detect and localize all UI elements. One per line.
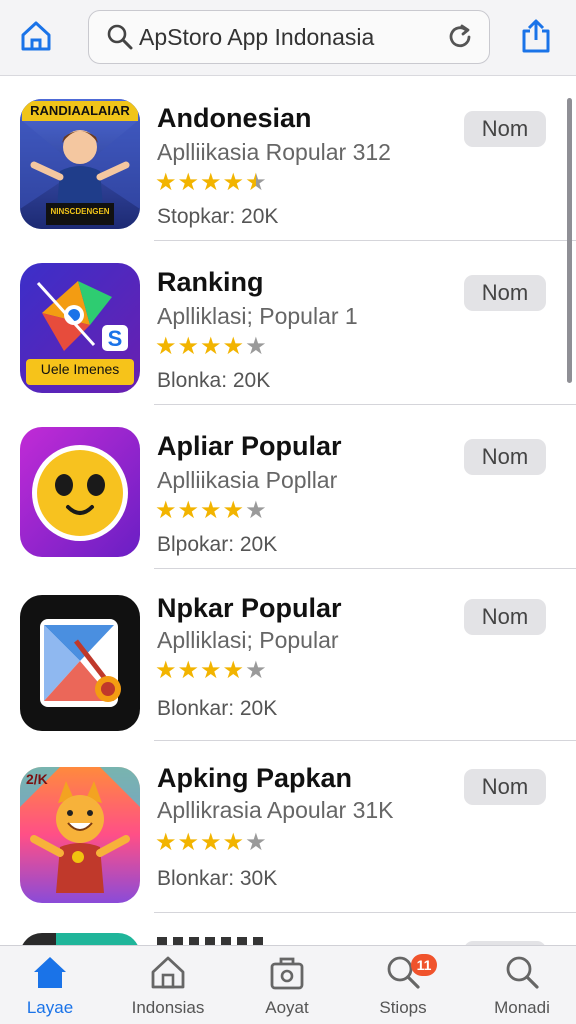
icon-corner-text: 2/K bbox=[26, 771, 48, 787]
star-icon: ★ bbox=[200, 333, 222, 360]
star-icon: ★ bbox=[200, 497, 222, 524]
home-icon bbox=[34, 957, 66, 988]
app-icon: RANDIAALAIAR NINSCDENGEN bbox=[20, 99, 140, 229]
star-icon: ★ bbox=[222, 169, 245, 196]
app-icon bbox=[20, 427, 140, 557]
list-item[interactable]: RANDIAALAIAR NINSCDENGEN Andonesian Apll… bbox=[0, 77, 576, 241]
icon-label-text: Uele Imenes bbox=[40, 361, 120, 377]
star-rating: ★ ★ ★ ★ ★ bbox=[155, 171, 267, 195]
app-name[interactable]: Ranking bbox=[157, 267, 264, 298]
app-icon: S Uele Imenes bbox=[20, 263, 140, 393]
svg-text:S: S bbox=[108, 326, 123, 351]
app-subtitle: Aplliklasi; Popular 1 bbox=[157, 303, 358, 329]
list-item[interactable]: S Uele Imenes Ranking Aplliklasi; Popula… bbox=[0, 241, 576, 405]
app-icon bbox=[20, 933, 140, 945]
bag-icon bbox=[270, 957, 304, 990]
search-icon bbox=[506, 956, 539, 989]
search-query[interactable]: ApStoro App Indonasia bbox=[139, 24, 445, 51]
app-list[interactable]: RANDIAALAIAR NINSCDENGEN Andonesian Apll… bbox=[0, 77, 576, 945]
star-empty-icon: ★ bbox=[245, 657, 267, 684]
apps-home-icon bbox=[151, 956, 185, 989]
home-icon bbox=[21, 21, 51, 51]
star-icon: ★ bbox=[155, 497, 177, 524]
app-icon bbox=[20, 595, 140, 731]
star-rating: ★ ★ ★ ★ ★ bbox=[155, 499, 267, 523]
star-icon: ★ bbox=[155, 333, 177, 360]
star-icon: ★ bbox=[200, 169, 222, 196]
half-star-icon: ★ bbox=[245, 169, 267, 196]
star-rating: ★ ★ ★ ★ ★ bbox=[155, 831, 267, 855]
tab-monadi[interactable]: Monadi bbox=[472, 952, 572, 1022]
download-count: Blpokar: 20K bbox=[157, 533, 278, 556]
app-name[interactable]: Andonesian bbox=[157, 103, 312, 134]
icon-banner-text: NINSCDENGEN bbox=[50, 207, 110, 216]
star-icon: ★ bbox=[177, 333, 200, 360]
app-name[interactable]: Apking Papkan bbox=[157, 763, 352, 794]
star-rating: ★ ★ ★ ★ ★ bbox=[155, 335, 267, 359]
tab-indonsias[interactable]: Indonsias bbox=[118, 952, 218, 1022]
star-icon: ★ bbox=[222, 657, 245, 684]
tab-label: Stiops bbox=[379, 998, 427, 1017]
app-name[interactable]: Apliar Popular bbox=[157, 431, 342, 462]
star-icon: ★ bbox=[200, 657, 222, 684]
list-item[interactable]: Npkar Popular Aplliklasi; Popular ★ ★ ★ ★ ★ … bbox=[0, 569, 576, 741]
star-empty-icon: ★ bbox=[245, 333, 267, 360]
icon-title-text: RANDIAALAIAR bbox=[30, 103, 130, 118]
star-empty-icon: ★ bbox=[245, 829, 267, 856]
get-button[interactable]: Nom bbox=[464, 599, 546, 635]
list-item[interactable] bbox=[0, 913, 576, 945]
app-subtitle: Aplliikasia Ropular 312 bbox=[157, 139, 391, 165]
get-button[interactable]: Nom bbox=[464, 439, 546, 475]
star-icon: ★ bbox=[177, 169, 200, 196]
star-icon: ★ bbox=[177, 657, 200, 684]
download-count: Blonka: 20K bbox=[157, 369, 271, 392]
reload-icon[interactable] bbox=[445, 22, 475, 52]
tab-label: Monadi bbox=[494, 998, 550, 1017]
app-subtitle: Aplliklasi; Popular bbox=[157, 627, 339, 653]
list-item[interactable]: 2/K Apking Papkan Apllikrasia Apoular 31… bbox=[0, 741, 576, 913]
star-rating: ★ ★ ★ ★ ★ bbox=[155, 659, 267, 683]
app-name[interactable]: Npkar Popular bbox=[157, 593, 342, 624]
get-button[interactable]: Nom bbox=[464, 111, 546, 147]
tab-label: Indonsias bbox=[131, 998, 205, 1017]
star-icon: ★ bbox=[222, 829, 245, 856]
star-icon: ★ bbox=[155, 657, 177, 684]
get-button[interactable]: Nom bbox=[464, 275, 546, 311]
home-button[interactable] bbox=[12, 12, 60, 60]
get-button[interactable]: Nom bbox=[464, 769, 546, 805]
tab-layae[interactable]: Layae bbox=[0, 952, 100, 1022]
star-empty-icon: ★ bbox=[245, 497, 267, 524]
tab-label: Layae bbox=[26, 998, 74, 1017]
app-name-partial bbox=[157, 937, 267, 945]
share-button[interactable] bbox=[512, 12, 560, 60]
app-icon: 2/K bbox=[20, 767, 140, 903]
star-icon: ★ bbox=[177, 497, 200, 524]
download-count: Stopkar: 20K bbox=[157, 205, 279, 228]
star-icon: ★ bbox=[177, 829, 200, 856]
search-bar[interactable]: ApStoro App Indonasia bbox=[88, 10, 490, 64]
star-icon: ★ bbox=[155, 169, 177, 196]
tab-bar: Layae Indonsias Aoyat 11 Stiops Monadi bbox=[0, 945, 576, 1024]
notification-badge: 11 bbox=[411, 954, 437, 976]
star-icon: ★ bbox=[222, 497, 245, 524]
tab-aoyat[interactable]: Aoyat bbox=[237, 952, 337, 1022]
app-subtitle: Aplliikasia Popllar bbox=[157, 467, 338, 493]
download-count: Blonkar: 20K bbox=[157, 697, 278, 720]
scrollbar[interactable] bbox=[567, 98, 572, 383]
top-bar: ApStoro App Indonasia bbox=[0, 0, 576, 76]
star-icon: ★ bbox=[222, 333, 245, 360]
star-icon: ★ bbox=[200, 829, 222, 856]
download-count: Blonkar: 30K bbox=[157, 867, 278, 890]
tab-label: Aoyat bbox=[265, 998, 309, 1017]
share-icon bbox=[522, 19, 550, 53]
star-icon: ★ bbox=[155, 829, 177, 856]
tab-stiops[interactable]: 11 Stiops bbox=[353, 952, 453, 1022]
app-subtitle: Apllikrasia Apoular 31K bbox=[157, 797, 394, 823]
search-icon bbox=[107, 24, 133, 50]
list-item[interactable]: Apliar Popular Aplliikasia Popllar ★ ★ ★ ★ ★… bbox=[0, 405, 576, 569]
